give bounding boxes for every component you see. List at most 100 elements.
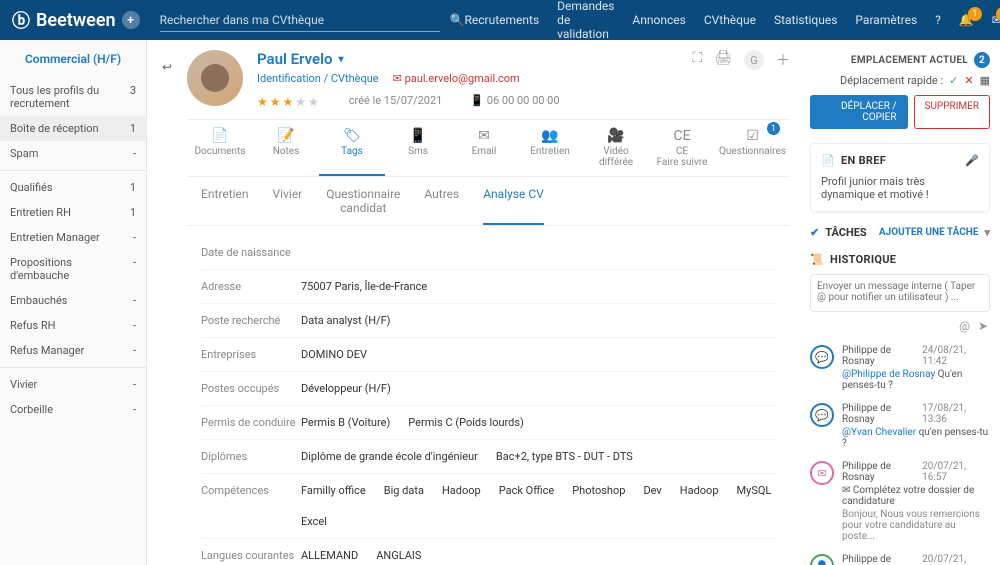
tl-mention[interactable]: @Philippe de Rosnay — [842, 369, 935, 380]
cv-row: CompétencesFamilly officeBig dataHadoopP… — [201, 474, 776, 539]
nav-stats[interactable]: Statistiques — [774, 13, 837, 27]
delete-button[interactable]: SUPPRIMER — [914, 95, 991, 129]
add-task-button[interactable]: AJOUTER UNE TÂCHE — [879, 227, 979, 238]
app-logo[interactable]: ⓑBeetween + — [12, 7, 140, 33]
icontab-entretien[interactable]: 👥Entretien — [517, 120, 583, 176]
sidebar-item-label: Qualifiés — [10, 181, 53, 194]
sidebar-title[interactable]: Commercial (H/F) — [0, 40, 146, 78]
brief-title: EN BREF — [841, 154, 886, 167]
sidebar-item[interactable]: Propositions d'embauche- — [0, 250, 146, 288]
icontab-vidéo différée[interactable]: 🎥Vidéo différée — [583, 120, 649, 176]
sidebar-item[interactable]: Spam- — [0, 141, 146, 166]
icontab-email[interactable]: ✉Email — [451, 120, 517, 176]
icontab-notes[interactable]: 📝Notes — [253, 120, 319, 176]
sidebar-item-label: Propositions d'embauche — [10, 256, 133, 282]
mic-icon[interactable]: 🎤 — [965, 154, 979, 167]
icontab-ce[interactable]: CECEFaire suivre — [649, 120, 715, 176]
subtab-2[interactable]: Questionnairecandidat — [326, 187, 400, 225]
icontab-documents[interactable]: 📄 Documents — [187, 120, 253, 176]
created-date: créé le 15/07/2021 — [349, 94, 443, 107]
sidebar-item-label: Embauchés — [10, 294, 67, 307]
timeline-dot-icon: 💬 — [810, 345, 834, 369]
chevron-down-icon[interactable]: ▾ — [338, 54, 343, 65]
loc-badge: 2 — [974, 52, 990, 68]
sidebar-item[interactable]: Refus Manager- — [0, 338, 146, 363]
sidebar-item[interactable]: Entretien RH1 — [0, 200, 146, 225]
cv-label: Compétences — [201, 484, 301, 528]
sidebar-item[interactable]: Tous les profils du recrutement3 — [0, 78, 146, 116]
icontab-tags[interactable]: 🏷 Tags — [319, 120, 385, 176]
subtab-1[interactable]: Vivier — [273, 187, 303, 225]
subtab-4[interactable]: Analyse CV — [483, 187, 544, 225]
sidebar-item[interactable]: Embauchés- — [0, 288, 146, 313]
icontab-label: Documents — [194, 146, 245, 157]
tl-author: Philippe de Rosnay — [842, 461, 922, 483]
mention-icon[interactable]: @ — [959, 319, 970, 333]
search-icon[interactable]: 🔍 — [450, 13, 465, 27]
folder-icon[interactable]: ▦ — [980, 74, 990, 87]
subtab-0[interactable]: Entretien — [201, 187, 249, 225]
chevron-down-icon[interactable]: ▾ — [984, 226, 990, 239]
sidebar-item[interactable]: Boîte de réception1 — [0, 116, 146, 141]
print-icon[interactable]: 🖨 — [714, 50, 732, 70]
tl-author: Philippe de Rosnay — [842, 403, 922, 425]
icontab-label: Email — [472, 146, 497, 157]
cv-row: Date de naissance — [201, 236, 776, 270]
cv-value: Permis B (Voiture)Permis C (Poids lourds… — [301, 416, 776, 429]
candidate-ident[interactable]: Identification / CVthèque — [257, 72, 379, 85]
back-button[interactable]: ↩ — [147, 40, 187, 565]
sidebar-item-label: Entretien Manager — [10, 231, 100, 244]
cv-value: 75007 Paris, Île-de-France — [301, 280, 776, 293]
tl-mention[interactable]: @Yvan Chevalier — [842, 427, 916, 438]
avatar — [187, 50, 243, 106]
tl-body: Bonjour, Nous vous remercions pour votre… — [842, 509, 990, 542]
sidebar-item[interactable]: Entretien Manager- — [0, 225, 146, 250]
help-icon[interactable]: ? — [935, 13, 941, 27]
search-input[interactable] — [160, 9, 440, 32]
icontab-label: Vidéo différée — [599, 146, 633, 168]
icontab-sms[interactable]: 📱Sms — [385, 120, 451, 176]
nav-params[interactable]: Paramètres — [855, 13, 917, 27]
sidebar-item[interactable]: Vivier- — [0, 372, 146, 397]
icontab-icon: 🏷 — [323, 128, 381, 144]
check-icon[interactable]: ✓ — [949, 74, 958, 87]
sidebar-item[interactable]: Refus RH- — [0, 313, 146, 338]
timeline-dot-icon: ✉ — [810, 461, 834, 485]
subtab-3[interactable]: Autres — [424, 187, 459, 225]
sidebar-item-count: 3 — [130, 84, 136, 110]
sidebar-item-label: Refus RH — [10, 319, 56, 332]
tl-time: 24/08/21, 11:42 — [922, 345, 990, 367]
send-icon[interactable]: ➤ — [978, 319, 988, 333]
nav-recrutements[interactable]: Recrutements — [465, 13, 540, 27]
nav-cvtheque[interactable]: CVthèque — [704, 13, 756, 27]
candidate-email[interactable]: paul.ervelo@gmail.com — [405, 72, 520, 85]
loc-title: EMPLACEMENT ACTUEL — [851, 55, 968, 66]
cv-value: Familly officeBig dataHadoopPack OfficeP… — [301, 484, 776, 528]
add-icon[interactable]: ＋ — [776, 50, 790, 70]
sidebar-item-count: - — [133, 147, 136, 160]
icontab-label: Tags — [341, 146, 363, 157]
inbox-icon[interactable]: ✉1 — [992, 13, 1000, 27]
sidebar-item[interactable]: Corbeille- — [0, 397, 146, 422]
timeline-item: 💬Philippe de Rosnay24/08/21, 11:42@Phili… — [810, 345, 990, 391]
tl-time: 20/07/21, 16:47 — [922, 554, 990, 565]
nav-annonces[interactable]: Annonces — [632, 13, 685, 27]
bell-badge: 1 — [968, 7, 982, 21]
close-icon[interactable]: ✕ — [964, 74, 973, 87]
history-input[interactable] — [810, 274, 990, 312]
plus-icon[interactable]: + — [122, 11, 140, 29]
sidebar-item-label: Tous les profils du recrutement — [10, 84, 130, 110]
sidebar-item-label: Boîte de réception — [10, 122, 99, 135]
nav-demandes[interactable]: Demandes de validation — [557, 0, 614, 41]
google-icon[interactable]: G — [744, 50, 764, 70]
rating-stars[interactable]: ★★★★★ — [257, 95, 321, 109]
sidebar-item[interactable]: Qualifiés1 — [0, 175, 146, 200]
tl-subject: ✉ Complétez votre dossier de candidature — [842, 485, 990, 507]
icontab-icon: 📄 — [191, 128, 249, 144]
cv-value — [301, 246, 776, 259]
expand-icon[interactable]: ⛶ — [692, 50, 702, 70]
icontab-questionnaires[interactable]: ☑Questionnaires1 — [715, 120, 790, 176]
move-copy-button[interactable]: DÉPLACER / COPIER — [810, 95, 908, 129]
bell-icon[interactable]: 🔔1 — [959, 13, 974, 27]
timeline-dot-icon: 💬 — [810, 403, 834, 427]
